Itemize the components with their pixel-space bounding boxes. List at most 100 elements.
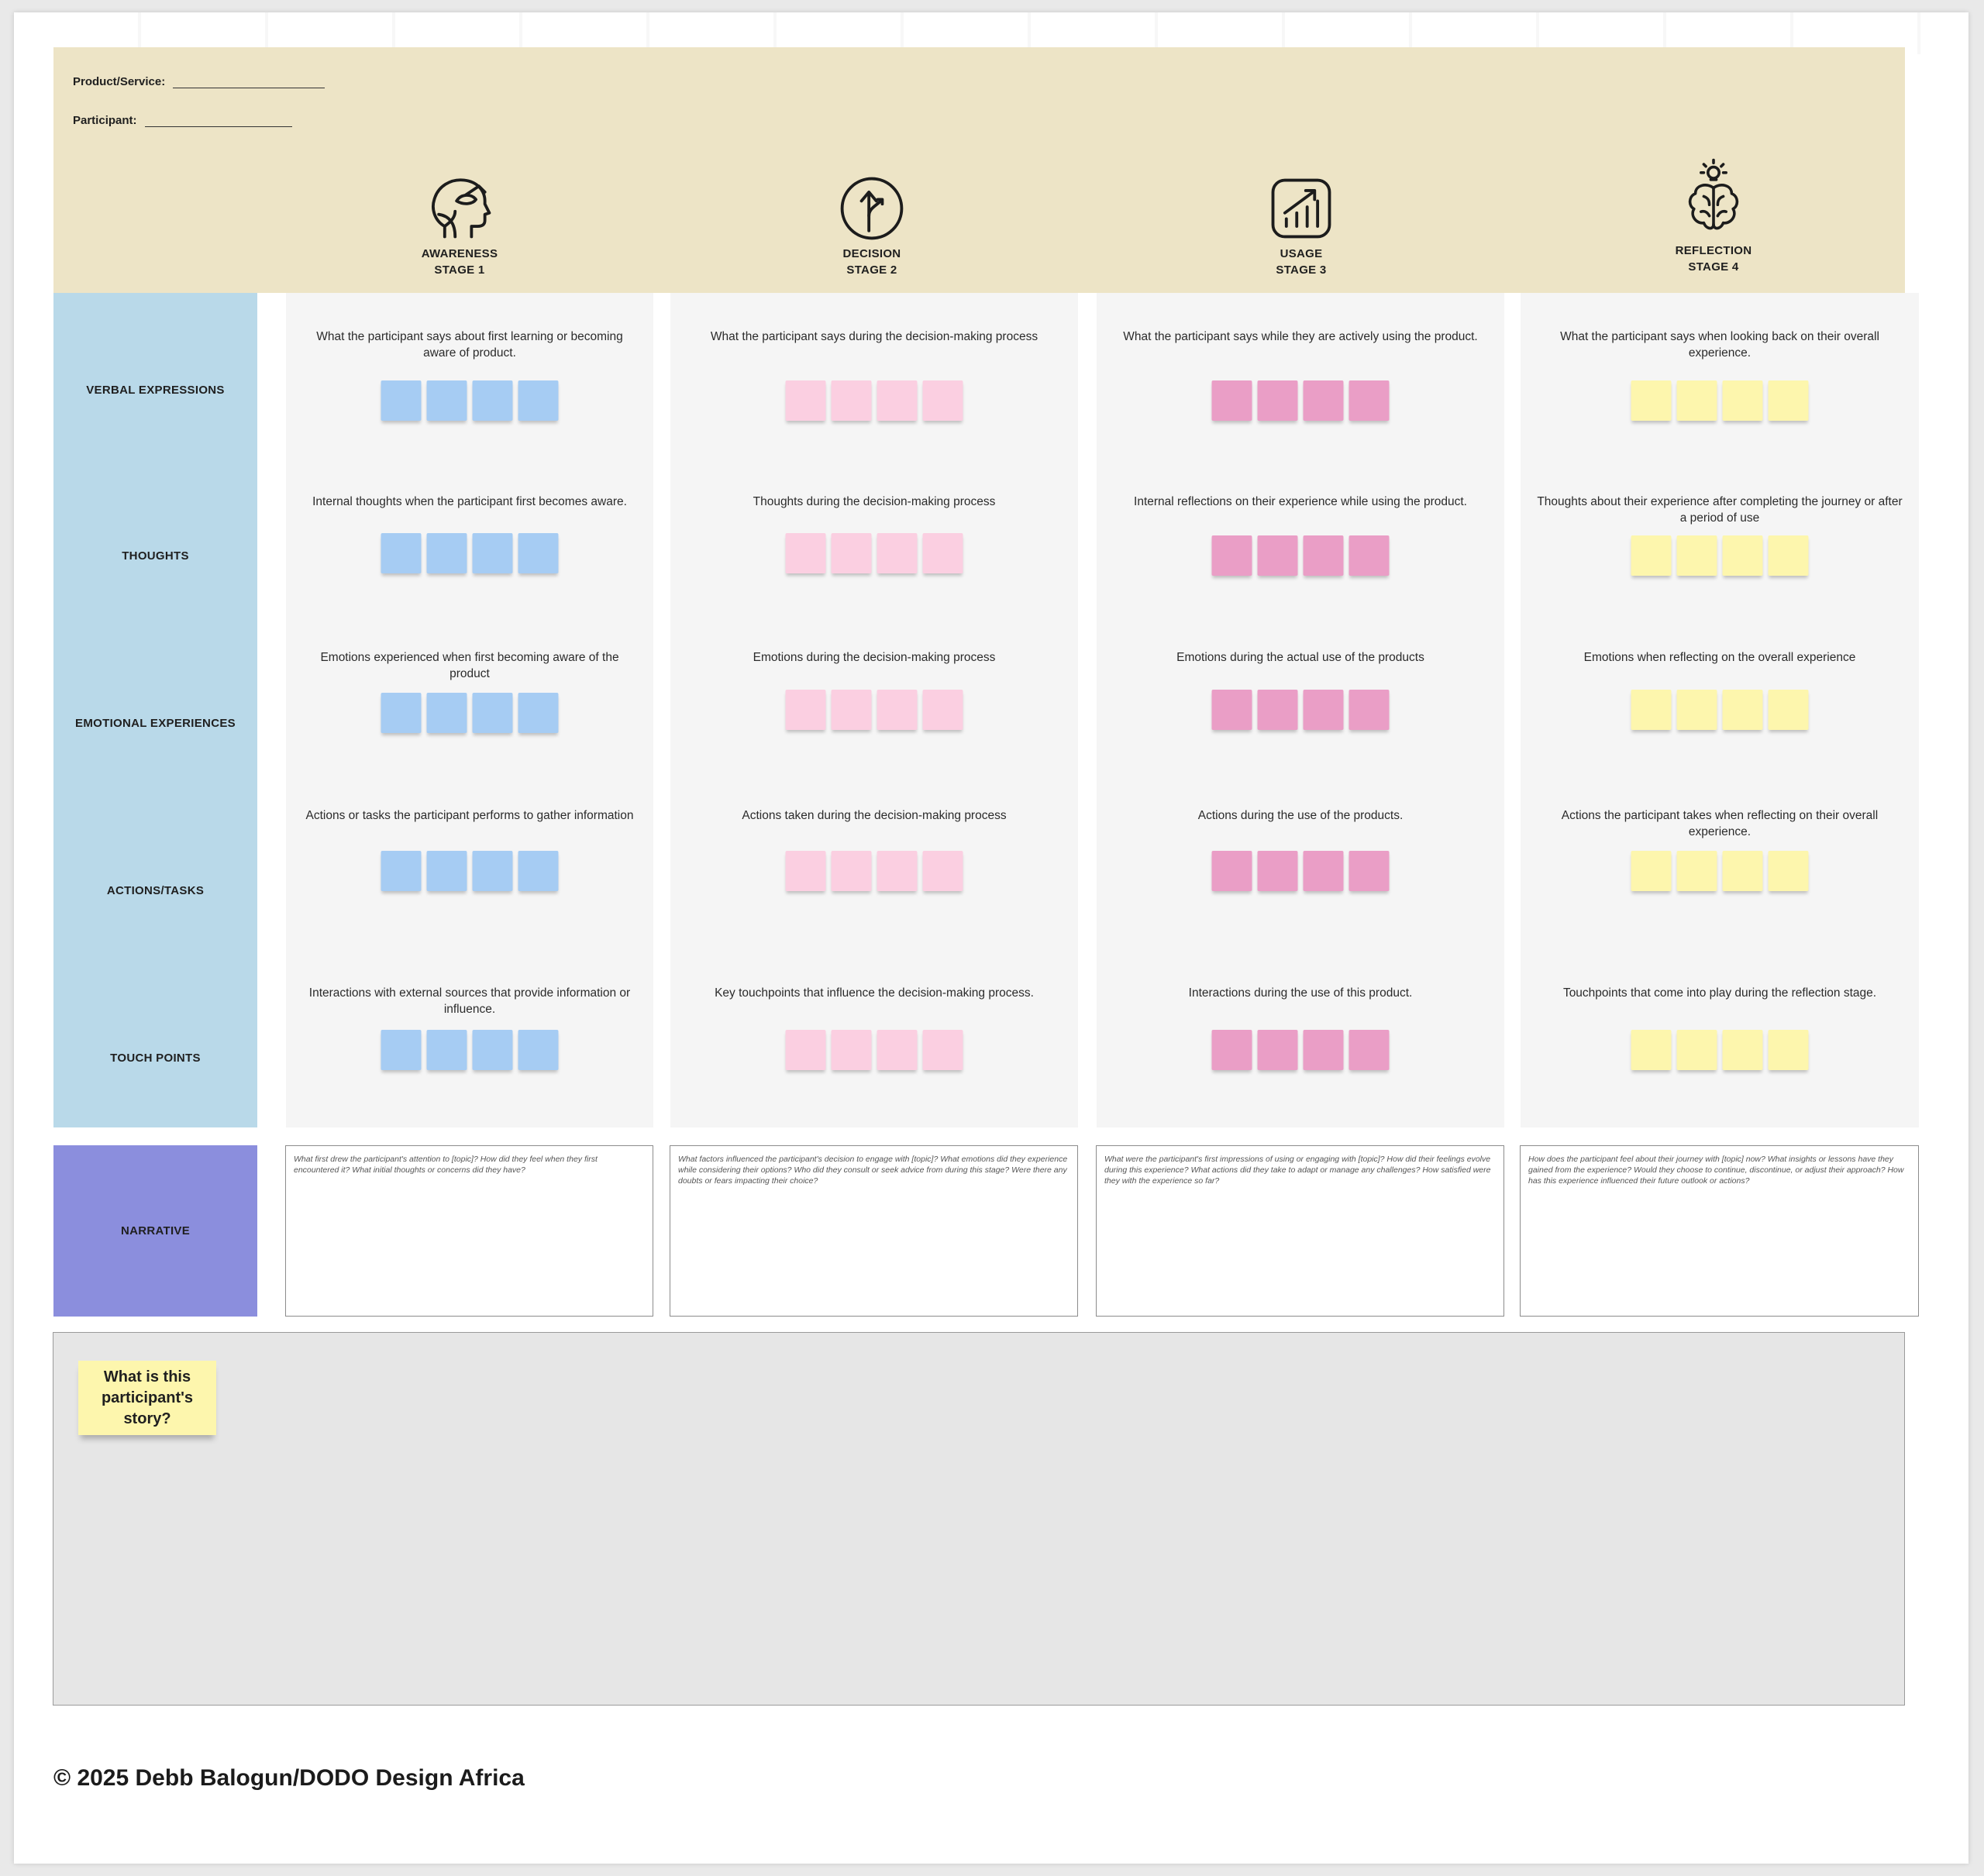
sticky-note[interactable] bbox=[1676, 380, 1717, 421]
sticky-note[interactable] bbox=[426, 380, 467, 421]
sticky-note[interactable] bbox=[1211, 1030, 1252, 1070]
sticky-note[interactable] bbox=[1768, 690, 1809, 730]
sticky-note[interactable] bbox=[1257, 380, 1298, 421]
sticky-note[interactable] bbox=[1211, 380, 1252, 421]
story-area[interactable]: What is this participant's story? bbox=[53, 1332, 1905, 1706]
sticky-note[interactable] bbox=[1722, 1030, 1763, 1070]
sticky-note[interactable] bbox=[1768, 851, 1809, 891]
product-service-field[interactable]: Product/Service: bbox=[73, 75, 326, 88]
sticky-note[interactable] bbox=[1631, 1030, 1672, 1070]
narrative-box-reflection[interactable]: How does the participant feel about thei… bbox=[1520, 1145, 1919, 1317]
sticky-note-group bbox=[1631, 851, 1809, 891]
product-service-input-line[interactable] bbox=[173, 77, 326, 88]
sticky-note[interactable] bbox=[381, 693, 422, 733]
sticky-note[interactable] bbox=[1211, 851, 1252, 891]
sticky-note[interactable] bbox=[831, 1030, 872, 1070]
sticky-note[interactable] bbox=[1303, 380, 1344, 421]
sticky-note[interactable] bbox=[922, 533, 963, 573]
narrative-box-awareness[interactable]: What first drew the participant's attent… bbox=[285, 1145, 653, 1317]
narrative-box-decision[interactable]: What factors influenced the participant'… bbox=[670, 1145, 1078, 1317]
sticky-note[interactable] bbox=[1257, 535, 1298, 576]
sticky-note[interactable] bbox=[472, 851, 513, 891]
sticky-note[interactable] bbox=[381, 851, 422, 891]
sticky-note[interactable] bbox=[1631, 690, 1672, 730]
sticky-note[interactable] bbox=[1348, 535, 1390, 576]
sticky-note[interactable] bbox=[472, 380, 513, 421]
sticky-note[interactable] bbox=[1676, 535, 1717, 576]
sticky-note[interactable] bbox=[1348, 690, 1390, 730]
cell-description: Interactions with external sources that … bbox=[308, 986, 631, 1016]
sticky-note[interactable] bbox=[381, 533, 422, 573]
sticky-note[interactable] bbox=[381, 1030, 422, 1070]
sticky-note[interactable] bbox=[518, 693, 559, 733]
sticky-note[interactable] bbox=[785, 1030, 826, 1070]
sticky-note[interactable] bbox=[1722, 690, 1763, 730]
sticky-note[interactable] bbox=[518, 533, 559, 573]
sticky-note[interactable] bbox=[1631, 851, 1672, 891]
sticky-note[interactable] bbox=[785, 533, 826, 573]
sticky-note[interactable] bbox=[1722, 535, 1763, 576]
cell-description: Internal thoughts when the participant f… bbox=[312, 495, 627, 508]
cell-description: Thoughts about their experience after co… bbox=[1537, 495, 1903, 525]
sticky-note[interactable] bbox=[922, 380, 963, 421]
sticky-note[interactable] bbox=[1722, 851, 1763, 891]
sticky-note[interactable] bbox=[1676, 1030, 1717, 1070]
stage-name: DECISION bbox=[842, 247, 901, 260]
participant-input-line[interactable] bbox=[144, 116, 292, 127]
sticky-note[interactable] bbox=[1211, 690, 1252, 730]
sticky-note[interactable] bbox=[831, 851, 872, 891]
sticky-note[interactable] bbox=[1676, 690, 1717, 730]
sticky-note[interactable] bbox=[518, 1030, 559, 1070]
sticky-note[interactable] bbox=[877, 533, 918, 573]
sticky-note[interactable] bbox=[785, 851, 826, 891]
sticky-note[interactable] bbox=[831, 533, 872, 573]
sticky-note[interactable] bbox=[381, 380, 422, 421]
sticky-note[interactable] bbox=[1768, 1030, 1809, 1070]
sticky-note[interactable] bbox=[877, 851, 918, 891]
sticky-note[interactable] bbox=[1348, 1030, 1390, 1070]
sticky-note[interactable] bbox=[1211, 535, 1252, 576]
sticky-note[interactable] bbox=[831, 690, 872, 730]
sticky-note[interactable] bbox=[1722, 380, 1763, 421]
narrative-box-usage[interactable]: What were the participant's first impres… bbox=[1096, 1145, 1504, 1317]
sticky-note[interactable] bbox=[1303, 535, 1344, 576]
sticky-note[interactable] bbox=[1676, 851, 1717, 891]
sticky-note[interactable] bbox=[1768, 380, 1809, 421]
participant-field[interactable]: Participant: bbox=[73, 114, 292, 127]
sticky-note[interactable] bbox=[518, 851, 559, 891]
cell-description: Emotions during the decision-making proc… bbox=[753, 651, 996, 664]
sticky-note[interactable] bbox=[1257, 690, 1298, 730]
sticky-note[interactable] bbox=[426, 533, 467, 573]
sticky-note[interactable] bbox=[1257, 1030, 1298, 1070]
sticky-note[interactable] bbox=[1631, 380, 1672, 421]
stage-decision: DECISION STAGE 2 bbox=[771, 171, 973, 278]
sticky-note[interactable] bbox=[785, 690, 826, 730]
sticky-note[interactable] bbox=[922, 690, 963, 730]
sticky-note[interactable] bbox=[922, 851, 963, 891]
sticky-note[interactable] bbox=[426, 851, 467, 891]
sticky-note[interactable] bbox=[877, 1030, 918, 1070]
sticky-note[interactable] bbox=[472, 1030, 513, 1070]
stage-column-decision: What the participant says during the dec… bbox=[670, 293, 1078, 1127]
sticky-note[interactable] bbox=[1768, 535, 1809, 576]
sticky-note[interactable] bbox=[1348, 851, 1390, 891]
sticky-note[interactable] bbox=[426, 693, 467, 733]
sticky-note[interactable] bbox=[518, 380, 559, 421]
story-sticky-note[interactable]: What is this participant's story? bbox=[78, 1361, 216, 1435]
sticky-note[interactable] bbox=[472, 693, 513, 733]
sticky-note[interactable] bbox=[877, 690, 918, 730]
brain-lightbulb-icon bbox=[1688, 158, 1739, 230]
sticky-note[interactable] bbox=[785, 380, 826, 421]
sticky-note[interactable] bbox=[472, 533, 513, 573]
sticky-note[interactable] bbox=[1303, 1030, 1344, 1070]
sticky-note[interactable] bbox=[426, 1030, 467, 1070]
sticky-note[interactable] bbox=[1348, 380, 1390, 421]
sticky-note[interactable] bbox=[1303, 690, 1344, 730]
sticky-note[interactable] bbox=[1257, 851, 1298, 891]
sticky-note[interactable] bbox=[831, 380, 872, 421]
sticky-note-group bbox=[785, 690, 963, 730]
sticky-note[interactable] bbox=[1631, 535, 1672, 576]
sticky-note[interactable] bbox=[877, 380, 918, 421]
sticky-note[interactable] bbox=[922, 1030, 963, 1070]
sticky-note[interactable] bbox=[1303, 851, 1344, 891]
